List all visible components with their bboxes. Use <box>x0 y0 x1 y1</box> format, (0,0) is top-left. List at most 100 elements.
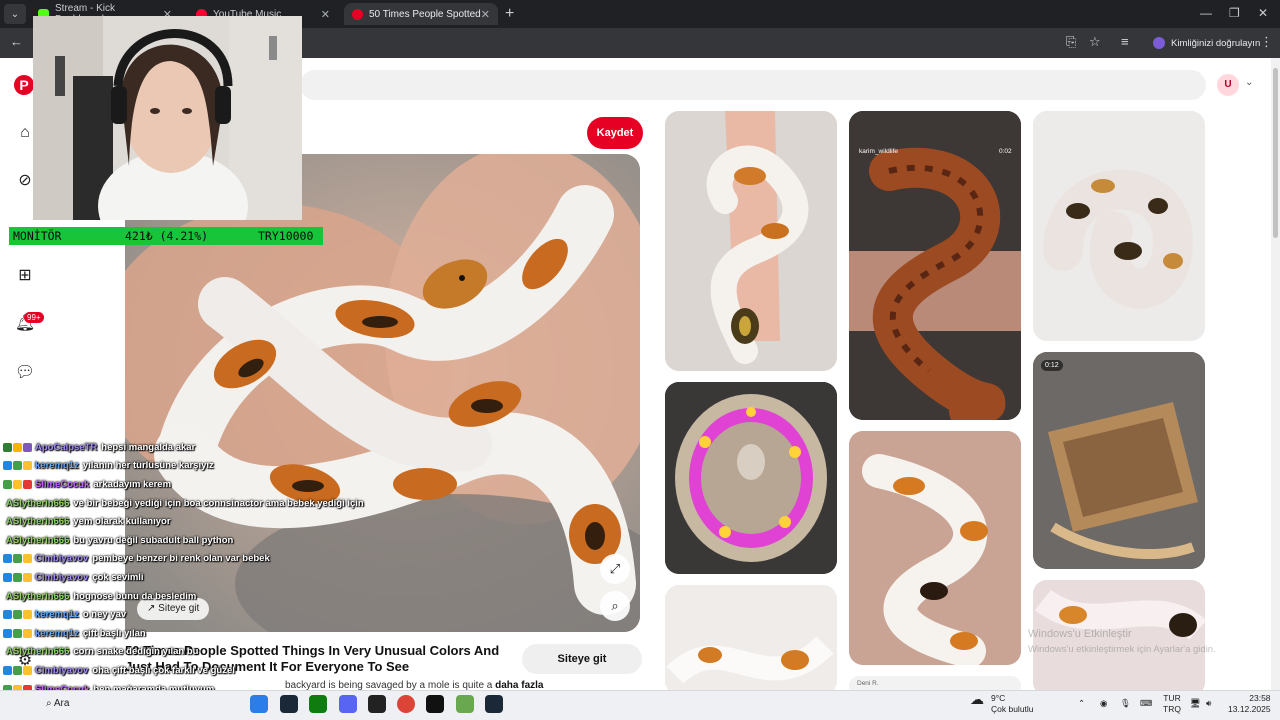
chat-badge-icon <box>3 628 12 638</box>
visit-site-button[interactable]: Siteye git <box>522 644 642 674</box>
chat-username[interactable]: keremq1z <box>35 628 79 639</box>
chevron-up-icon[interactable]: ⌃ <box>1078 698 1085 709</box>
create-plus-icon[interactable]: ⊞ <box>14 265 36 287</box>
weather-widget[interactable]: 9°C Çok bulutlu <box>991 693 1034 715</box>
back-arrow-icon[interactable]: ← <box>10 34 23 49</box>
browser-menu-icon[interactable]: ⋮ <box>1260 34 1273 50</box>
chat-badges <box>3 610 32 620</box>
grid-pin-5[interactable] <box>849 431 1021 665</box>
pinterest-logo-icon[interactable]: P <box>14 75 34 95</box>
search-input[interactable] <box>300 70 1206 100</box>
chat-badge-icon <box>23 554 32 564</box>
steam-icon-2[interactable] <box>485 695 503 713</box>
weather-icon[interactable]: ☁ <box>970 692 984 706</box>
visual-search-icon[interactable]: ⌕ <box>600 591 630 621</box>
monitor-label: MONİTÖR <box>13 229 62 243</box>
grid-pin-3[interactable] <box>1033 111 1205 341</box>
messages-icon[interactable]: 💬︎ <box>14 362 36 384</box>
chat-username[interactable]: ASlytherin666 <box>6 535 69 546</box>
chat-message: keremq1z yılanın her türlüsüne karşıyız <box>0 457 380 476</box>
pin-username: karim_wildlife <box>859 148 899 155</box>
grid-pin-6[interactable]: 0:12 <box>1033 352 1205 569</box>
close-window-icon[interactable]: ✕ <box>1258 6 1268 20</box>
language-indicator[interactable]: TUR TRQ <box>1163 693 1181 715</box>
chrome-icon[interactable] <box>250 695 268 713</box>
chat-username[interactable]: SlimeCocuk <box>35 479 89 490</box>
keyboard-icon[interactable]: ⌨ <box>1140 698 1152 709</box>
minecraft-icon[interactable] <box>456 695 474 713</box>
new-tab-icon[interactable]: + <box>505 5 514 23</box>
clock[interactable]: 23:58 13.12.2025 <box>1228 693 1271 715</box>
tab-pinterest[interactable]: 50 Times People Spotted Thing ✕ <box>344 3 498 25</box>
chat-text: corn snake dediğin yılan bu <box>73 646 199 658</box>
monitor-value: TRY10000 <box>258 229 314 243</box>
chat-username[interactable]: keremq1z <box>35 460 79 471</box>
close-icon[interactable]: ✕ <box>481 8 490 21</box>
profile-chip[interactable]: Kimliğinizi doğrulayın <box>1145 33 1268 53</box>
minimize-icon[interactable]: — <box>1200 6 1212 20</box>
chat-username[interactable]: ApoCalpseTR <box>35 442 97 453</box>
chat-username[interactable]: ASlytherin666 <box>6 498 69 509</box>
grid-pin-2[interactable]: karim_wildlife 0:02 <box>849 111 1021 420</box>
maximize-icon[interactable]: ❐ <box>1229 6 1240 20</box>
webcam-image <box>33 16 302 220</box>
chat-message: ApoCalpseTR hepsi mangalda akar <box>0 438 380 457</box>
microphone-icon[interactable]: 🎙︎ <box>1120 698 1131 709</box>
grid-pin-4[interactable] <box>665 382 837 574</box>
chevron-down-icon[interactable]: ⌄ <box>1245 77 1253 88</box>
chat-text: çift başlı yılan <box>82 627 146 639</box>
address-bar[interactable] <box>300 32 1060 54</box>
chat-username[interactable]: Cimbiyavov <box>35 665 88 676</box>
grid-pin-7[interactable] <box>665 585 837 695</box>
close-icon[interactable]: ✕ <box>321 8 330 21</box>
media-controls-icon[interactable]: ≡ <box>1121 34 1129 49</box>
xbox-icon[interactable] <box>309 695 327 713</box>
bookmark-star-icon[interactable]: ☆ <box>1089 34 1101 50</box>
chat-message: ASlytherin666 hognose bunu da besledim <box>0 587 380 606</box>
monitor-bar: MONİTÖR 421₺ (4.21%) TRY10000 <box>9 227 323 245</box>
chat-badge-icon <box>3 665 12 675</box>
grid-pin-1[interactable] <box>665 111 837 371</box>
chat-badge-icon <box>3 554 12 564</box>
chat-username[interactable]: Cimbiyavov <box>35 572 88 583</box>
chat-badge-icon <box>23 610 32 620</box>
install-app-icon[interactable]: ⎘ <box>1066 34 1076 50</box>
chat-username[interactable]: ASlytherin666 <box>6 516 69 527</box>
chrome-profile-icon[interactable] <box>397 695 415 713</box>
lang-line2: TRQ <box>1163 704 1181 714</box>
tray-app-icon[interactable]: ◉ <box>1100 698 1107 709</box>
chat-username[interactable]: Cimbiyavov <box>35 553 88 564</box>
chat-badge-icon <box>13 461 22 471</box>
volume-icon[interactable]: 🔊︎ <box>1206 698 1211 709</box>
chat-text: pembeye benzer bi renk olan var bebek <box>92 553 270 565</box>
discord-icon[interactable] <box>339 695 357 713</box>
chat-text: bu yavru değil subadult ball python <box>73 534 234 546</box>
chat-username[interactable]: keremq1z <box>35 609 79 620</box>
chat-message: keremq1z o ney yav <box>0 605 380 624</box>
pin-image <box>665 382 837 574</box>
expand-icon[interactable]: ⤢ <box>600 554 630 584</box>
tab-search-chevron-icon[interactable]: ⌄ <box>4 4 26 24</box>
steam-icon[interactable] <box>280 695 298 713</box>
chat-username[interactable]: ASlytherin666 <box>6 591 69 602</box>
chat-badge-icon <box>13 628 22 638</box>
chat-text: ve bir bebeği yediği için boa connsinact… <box>73 497 364 509</box>
scrollbar-thumb[interactable] <box>1273 68 1278 238</box>
save-button[interactable]: Kaydet <box>587 117 643 149</box>
search-icon[interactable]: ⌕ Ara <box>46 698 69 709</box>
obs-icon[interactable] <box>368 695 386 713</box>
chat-message: Cimbiyavov pembeye benzer bi renk olan va… <box>0 550 380 569</box>
chat-username[interactable]: ASlytherin666 <box>6 646 69 657</box>
webcam-feed <box>33 16 302 220</box>
chat-text: oha çift başlı çok farklı ve güzel <box>92 664 235 676</box>
chat-badge-icon <box>13 665 22 675</box>
scrollbar[interactable] <box>1271 58 1280 690</box>
chat-text: o ney yav <box>82 609 127 621</box>
chat-message: ASlytherin666 bu yavru değil subadult bal… <box>0 531 380 550</box>
chat-badges <box>3 572 32 582</box>
capcut-icon[interactable] <box>426 695 444 713</box>
network-icon[interactable]: 🖥︎ <box>1190 698 1201 709</box>
avatar[interactable]: U <box>1217 74 1239 96</box>
chat-badge-icon <box>3 442 12 452</box>
chat-text: arkadayım kerem <box>93 478 172 490</box>
